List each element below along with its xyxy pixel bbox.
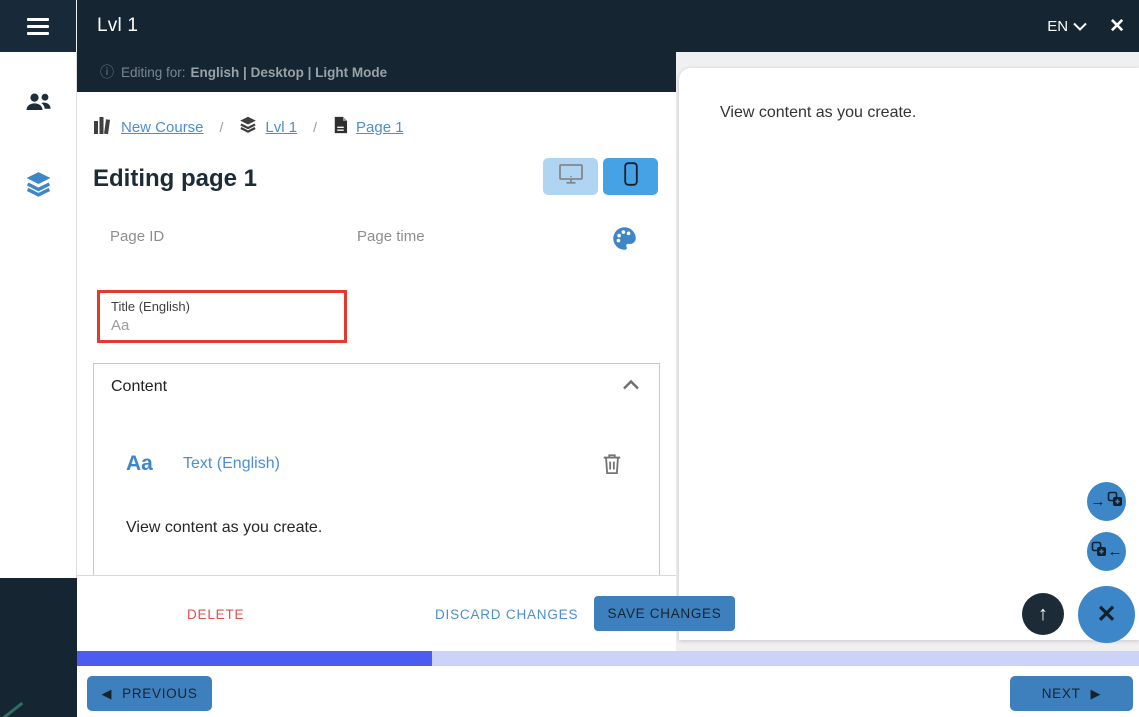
editor-heading: Editing page 1 (93, 165, 258, 192)
sidebar-bottom-panel (0, 578, 77, 717)
language-selector[interactable]: EN (1047, 18, 1087, 35)
text-block-icon[interactable]: Aa (126, 452, 153, 476)
triangle-right-icon: ▶ (1090, 686, 1102, 701)
breadcrumb-level[interactable]: Lvl 1 (239, 116, 297, 138)
breadcrumb-page[interactable]: Page 1 (333, 116, 404, 139)
course-progress-fill (77, 651, 432, 666)
page-icon (333, 116, 348, 139)
sidebar-item-layers[interactable] (0, 166, 77, 206)
course-progress-bar (77, 651, 1139, 666)
arrow-left-icon: ← (1107, 543, 1123, 560)
page-id-label: Page ID (110, 228, 165, 245)
collapse-content-button[interactable] (621, 378, 641, 398)
page-id-field[interactable]: Page ID (110, 228, 290, 250)
editing-for-value: English | Desktop | Light Mode (190, 64, 388, 80)
text-block-body: View content as you create. (126, 519, 323, 536)
breadcrumb-separator: / (313, 119, 317, 135)
breadcrumb-separator: / (219, 119, 224, 135)
title-input-placeholder: Aa (111, 317, 130, 334)
trash-icon (601, 454, 623, 479)
layers-icon (25, 171, 52, 202)
desktop-preview-toggle[interactable] (543, 158, 598, 195)
info-icon: ⓘ (100, 64, 114, 80)
page-time-field[interactable]: Page time (357, 228, 537, 250)
discard-changes-button[interactable]: DISCARD CHANGES (435, 576, 578, 652)
editing-for-prefix: Editing for: (121, 64, 186, 80)
close-preview-button[interactable]: ✕ (1078, 586, 1135, 643)
breadcrumb-course-link: New Course (121, 118, 204, 136)
mobile-icon (623, 162, 638, 191)
theme-palette-button[interactable] (611, 225, 638, 252)
chevron-down-icon (1073, 18, 1087, 35)
menu-button[interactable] (0, 0, 77, 52)
bring-from-preview-button[interactable]: ← (1087, 532, 1126, 571)
breadcrumb: New Course / Lvl 1 / Page 1 (93, 114, 404, 140)
breadcrumb-layers-icon (239, 116, 257, 138)
breadcrumb-course[interactable]: New Course (93, 115, 204, 140)
preview-text: View content as you create. (720, 104, 917, 121)
delete-button[interactable]: DELETE (187, 576, 244, 652)
close-button[interactable]: ✕ (1109, 17, 1125, 36)
sidebar-item-users[interactable] (0, 85, 77, 125)
previous-label: PREVIOUS (122, 686, 198, 701)
title-input[interactable]: Title (English) Aa (97, 290, 347, 343)
users-icon (25, 93, 52, 117)
save-changes-button[interactable]: SAVE CHANGES (594, 596, 735, 631)
hamburger-icon (27, 17, 49, 35)
arrow-up-icon: ↑ (1038, 603, 1048, 625)
copy-add-icon (1107, 491, 1123, 512)
delete-block-button[interactable] (601, 452, 623, 475)
content-section-title: Content (111, 378, 168, 395)
breadcrumb-page-link: Page 1 (356, 118, 404, 136)
page-title: Lvl 1 (97, 15, 139, 36)
editor-action-bar: DELETE DISCARD CHANGES SAVE CHANGES (77, 575, 735, 652)
desktop-icon (558, 163, 584, 190)
text-block-label[interactable]: Text (English) (183, 455, 280, 473)
content-section: Content Aa Text (English) View content a… (93, 363, 660, 575)
language-label: EN (1047, 17, 1069, 35)
mobile-preview-toggle[interactable] (603, 158, 658, 195)
top-bar: Lvl 1 EN ✕ (0, 0, 1139, 52)
arrow-right-icon: → (1090, 493, 1106, 510)
close-icon: ✕ (1096, 600, 1117, 628)
editing-context-bar: ⓘ Editing for: English | Desktop | Light… (77, 52, 676, 92)
next-button[interactable]: NEXT ▶ (1010, 676, 1133, 711)
page-time-label: Page time (357, 228, 425, 245)
course-icon (93, 115, 113, 140)
course-editor-app: Lvl 1 EN ✕ ⓘ Editing for: English | Desk… (0, 0, 1139, 717)
close-icon: ✕ (1109, 15, 1125, 37)
preview-panel: View content as you create. (679, 68, 1139, 640)
scroll-to-top-button[interactable]: ↑ (1022, 593, 1064, 635)
copy-add-icon (1091, 541, 1107, 562)
send-to-preview-button[interactable]: → (1087, 482, 1126, 521)
next-label: NEXT (1041, 686, 1081, 701)
chevron-up-icon (621, 379, 641, 396)
title-input-label: Title (English) (111, 299, 190, 314)
triangle-left-icon: ◀ (101, 686, 113, 701)
breadcrumb-level-link: Lvl 1 (265, 118, 298, 136)
palette-icon (611, 227, 638, 256)
previous-button[interactable]: ◀ PREVIOUS (87, 676, 212, 711)
left-sidebar (0, 52, 77, 578)
